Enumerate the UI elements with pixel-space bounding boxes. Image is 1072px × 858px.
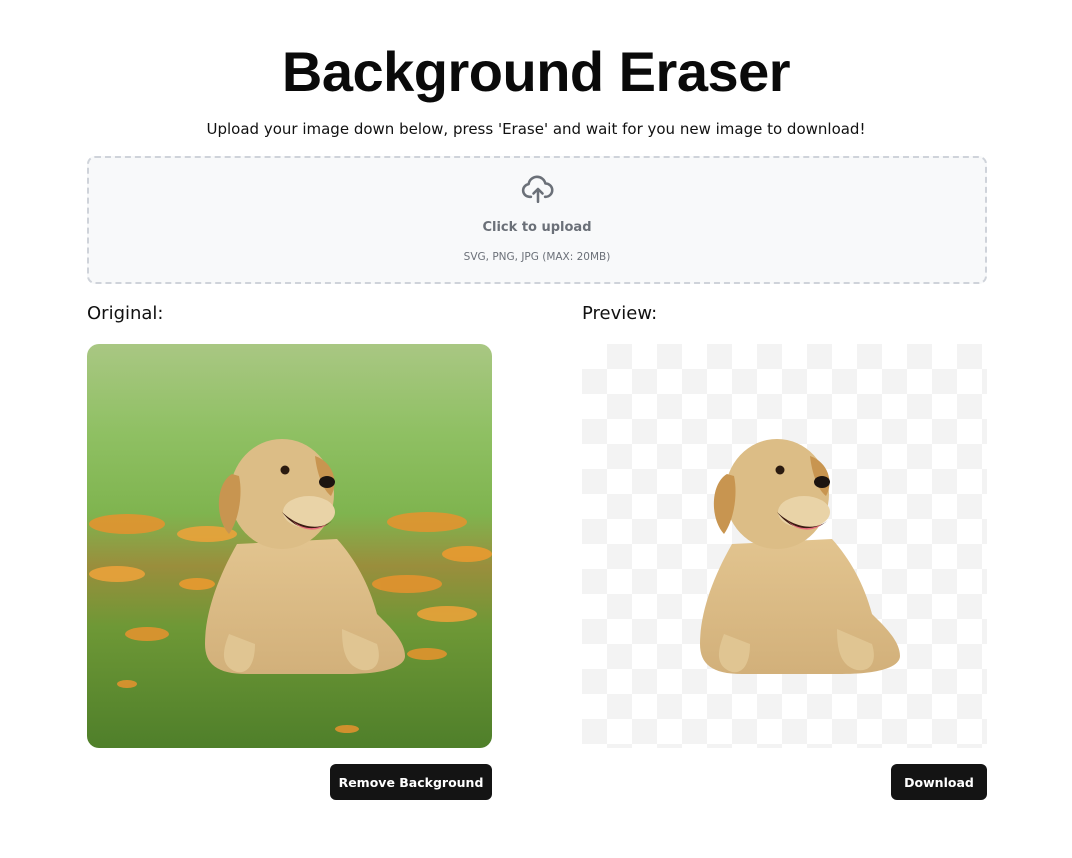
- page: Background Eraser Upload your image down…: [0, 0, 1072, 858]
- preview-heading: Preview:: [582, 303, 658, 324]
- page-title: Background Eraser: [281, 40, 791, 103]
- page-subtitle: Upload your image down below, press 'Era…: [206, 120, 866, 138]
- original-photo: [87, 344, 492, 748]
- cloud-upload-icon: [521, 175, 554, 204]
- download-button[interactable]: Download: [891, 764, 987, 800]
- upload-dropzone[interactable]: Click to upload SVG, PNG, JPG (MAX: 20MB…: [87, 156, 987, 284]
- upload-label: Click to upload: [482, 220, 592, 235]
- original-heading: Original:: [87, 303, 164, 324]
- remove-background-button[interactable]: Remove Background: [330, 764, 492, 800]
- upload-hint: SVG, PNG, JPG (MAX: 20MB): [463, 251, 611, 263]
- preview-cutout: [700, 439, 900, 674]
- preview-image: [582, 344, 987, 748]
- original-image: [87, 344, 492, 748]
